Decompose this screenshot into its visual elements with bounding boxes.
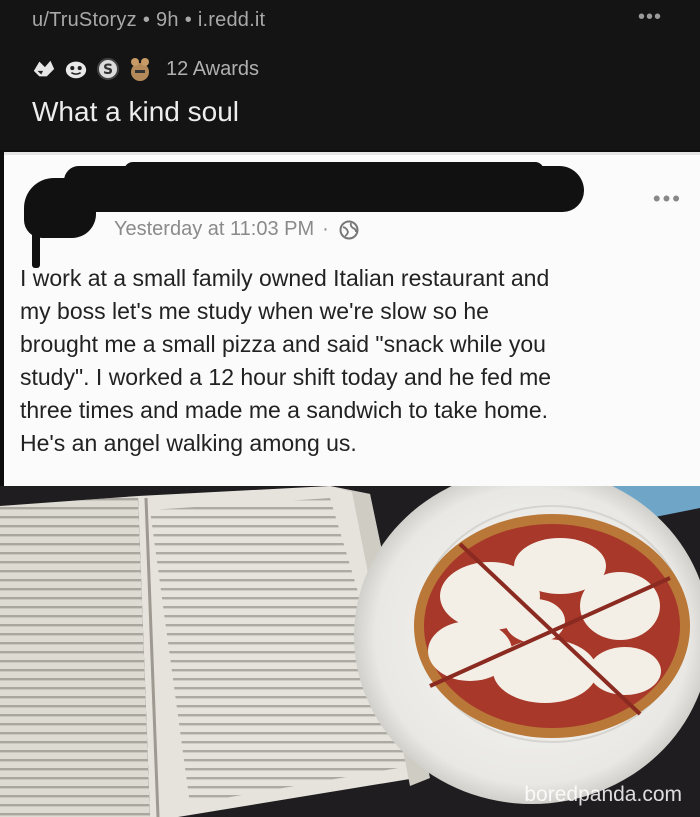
post-age: 9h [156, 9, 179, 31]
meta-dot: • [142, 9, 151, 31]
award-icon: S [96, 57, 120, 81]
fb-post-body: I work at a small family owned Italian r… [20, 265, 552, 456]
book-and-pizza-photo [0, 486, 700, 817]
post-domain[interactable]: i.redd.it [198, 9, 265, 31]
timestamp-separator: · [322, 218, 329, 240]
award-icon [64, 57, 88, 81]
post-image: boredpanda.com [0, 486, 700, 817]
fb-more-icon: ••• [652, 186, 682, 211]
post-title[interactable]: What a kind soul [32, 96, 239, 128]
awards-count: 12 Awards [166, 57, 260, 80]
post-more-button[interactable]: ••• [638, 6, 662, 29]
globe-icon [339, 220, 359, 240]
award-icon [128, 57, 152, 81]
awards-row[interactable]: S 12 Awards [32, 54, 259, 84]
post-meta: u/TruStoryz • 9h • i.redd.it [32, 9, 265, 32]
fb-timestamp-row: Yesterday at 11:03 PM · [114, 218, 359, 241]
name-redacted [124, 162, 544, 180]
fb-timestamp: Yesterday at 11:03 PM [114, 218, 315, 240]
reddit-post-header: u/TruStoryz • 9h • i.redd.it ••• S 12 Awards… [0, 0, 700, 150]
svg-text:S: S [103, 62, 113, 78]
card-divider [4, 152, 700, 155]
facebook-post-card: ••• Yesterday at 11:03 PM · I work at a … [4, 152, 700, 488]
award-icon [32, 57, 56, 81]
meta-dot: • [184, 9, 192, 31]
image-watermark: boredpanda.com [524, 783, 682, 806]
post-author[interactable]: u/TruStoryz [32, 9, 137, 31]
